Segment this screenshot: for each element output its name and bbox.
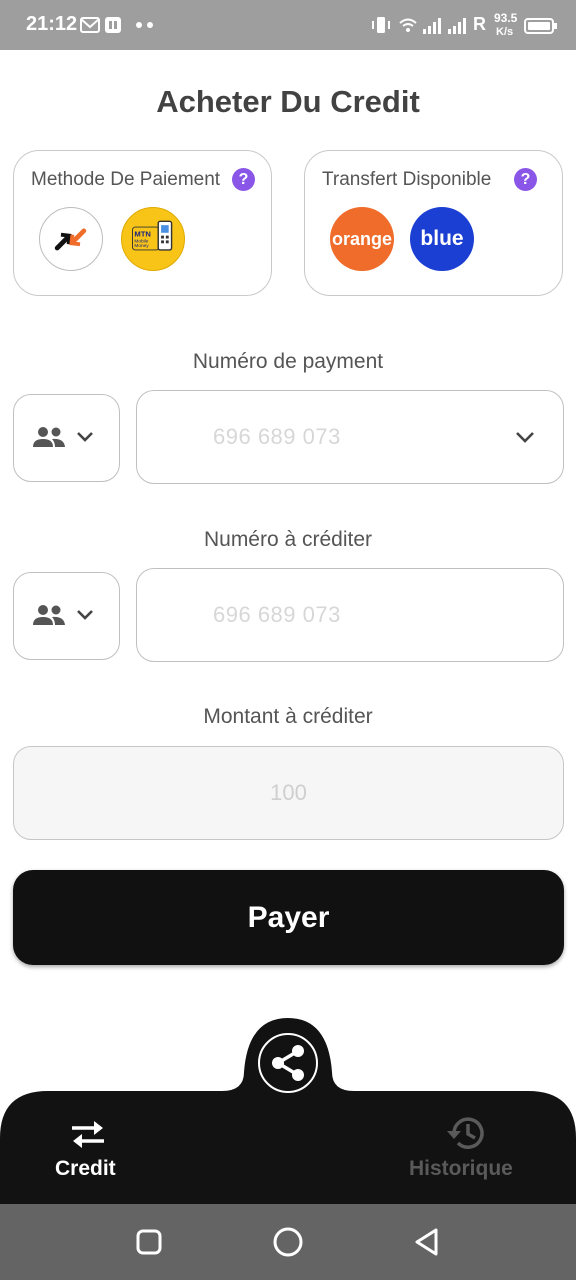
payment-method-help-icon[interactable]: ? xyxy=(232,168,255,191)
mtn-logo-line-1: MTN xyxy=(134,230,150,239)
blue-operator-logo[interactable]: blue xyxy=(410,207,474,271)
pay-button[interactable]: Payer xyxy=(13,870,564,965)
credit-number-label: Numéro à créditer xyxy=(203,528,373,551)
chevron-down-icon xyxy=(77,432,93,442)
roaming-indicator: R xyxy=(473,14,486,34)
signal-icon xyxy=(423,18,441,34)
payment-number-dropdown-icon[interactable] xyxy=(515,431,535,444)
page-title: Acheter Du Credit xyxy=(156,84,420,119)
amount-label: Montant à créditer xyxy=(203,705,373,728)
payment-contact-picker[interactable] xyxy=(13,394,120,482)
credit-number-placeholder: 696 689 073 xyxy=(213,602,341,627)
more-notifications-icon xyxy=(136,22,153,28)
signal-icon-2 xyxy=(448,18,466,34)
share-button[interactable] xyxy=(258,1033,318,1093)
contacts-icon xyxy=(33,427,65,447)
mtn-logo-graphic: MTN Mobile Money xyxy=(132,220,173,251)
orange-money-logo[interactable] xyxy=(39,207,103,271)
transfer-available-card: Transfert Disponible ? orange blue xyxy=(304,150,563,296)
payment-method-card: Methode De Paiement ? MTN Mobile Money xyxy=(13,150,272,296)
nav-label-credit[interactable]: Credit xyxy=(55,1157,116,1181)
payment-number-placeholder: 696 689 073 xyxy=(213,424,341,449)
transfer-available-help-icon[interactable]: ? xyxy=(514,168,537,191)
transfer-available-title: Transfert Disponible xyxy=(322,169,492,190)
orange-money-arrows-icon xyxy=(54,228,87,251)
orange-operator-logo[interactable]: orange xyxy=(330,207,394,271)
battery-icon xyxy=(524,18,557,34)
payment-number-label: Numéro de payment xyxy=(192,350,384,373)
vibrate-icon xyxy=(372,17,390,33)
payment-number-input[interactable]: 696 689 073 xyxy=(136,390,564,484)
credit-contact-picker[interactable] xyxy=(13,572,120,660)
amount-input[interactable]: 100 xyxy=(13,746,564,840)
status-time: 21:12 xyxy=(26,13,78,35)
mtn-logo-line-3: Money xyxy=(134,243,149,249)
payment-method-title: Methode De Paiement xyxy=(31,169,221,190)
gmail-icon xyxy=(80,17,100,33)
history-icon xyxy=(447,1117,484,1149)
credit-number-input[interactable]: 696 689 073 xyxy=(136,568,564,662)
chevron-down-icon xyxy=(77,610,93,620)
transfer-arrows-icon xyxy=(72,1121,104,1148)
nav-label-historique[interactable]: Historique xyxy=(409,1157,513,1181)
status-bar: 21:12 R 93.5 K/s xyxy=(0,0,576,50)
mtn-mobile-money-logo[interactable]: MTN Mobile Money xyxy=(121,207,185,271)
app-notification-icon xyxy=(105,17,121,33)
share-icon xyxy=(272,1045,304,1081)
amount-placeholder: 100 xyxy=(270,780,307,805)
network-speed-unit: K/s xyxy=(496,26,514,38)
back-icon[interactable] xyxy=(412,1226,442,1258)
recent-apps-icon[interactable] xyxy=(135,1228,163,1256)
network-speed-value: 93.5 xyxy=(494,11,518,25)
wifi-icon xyxy=(399,18,417,32)
contacts-icon xyxy=(33,605,65,625)
system-navigation-bar xyxy=(0,1204,576,1280)
home-icon[interactable] xyxy=(272,1226,304,1258)
